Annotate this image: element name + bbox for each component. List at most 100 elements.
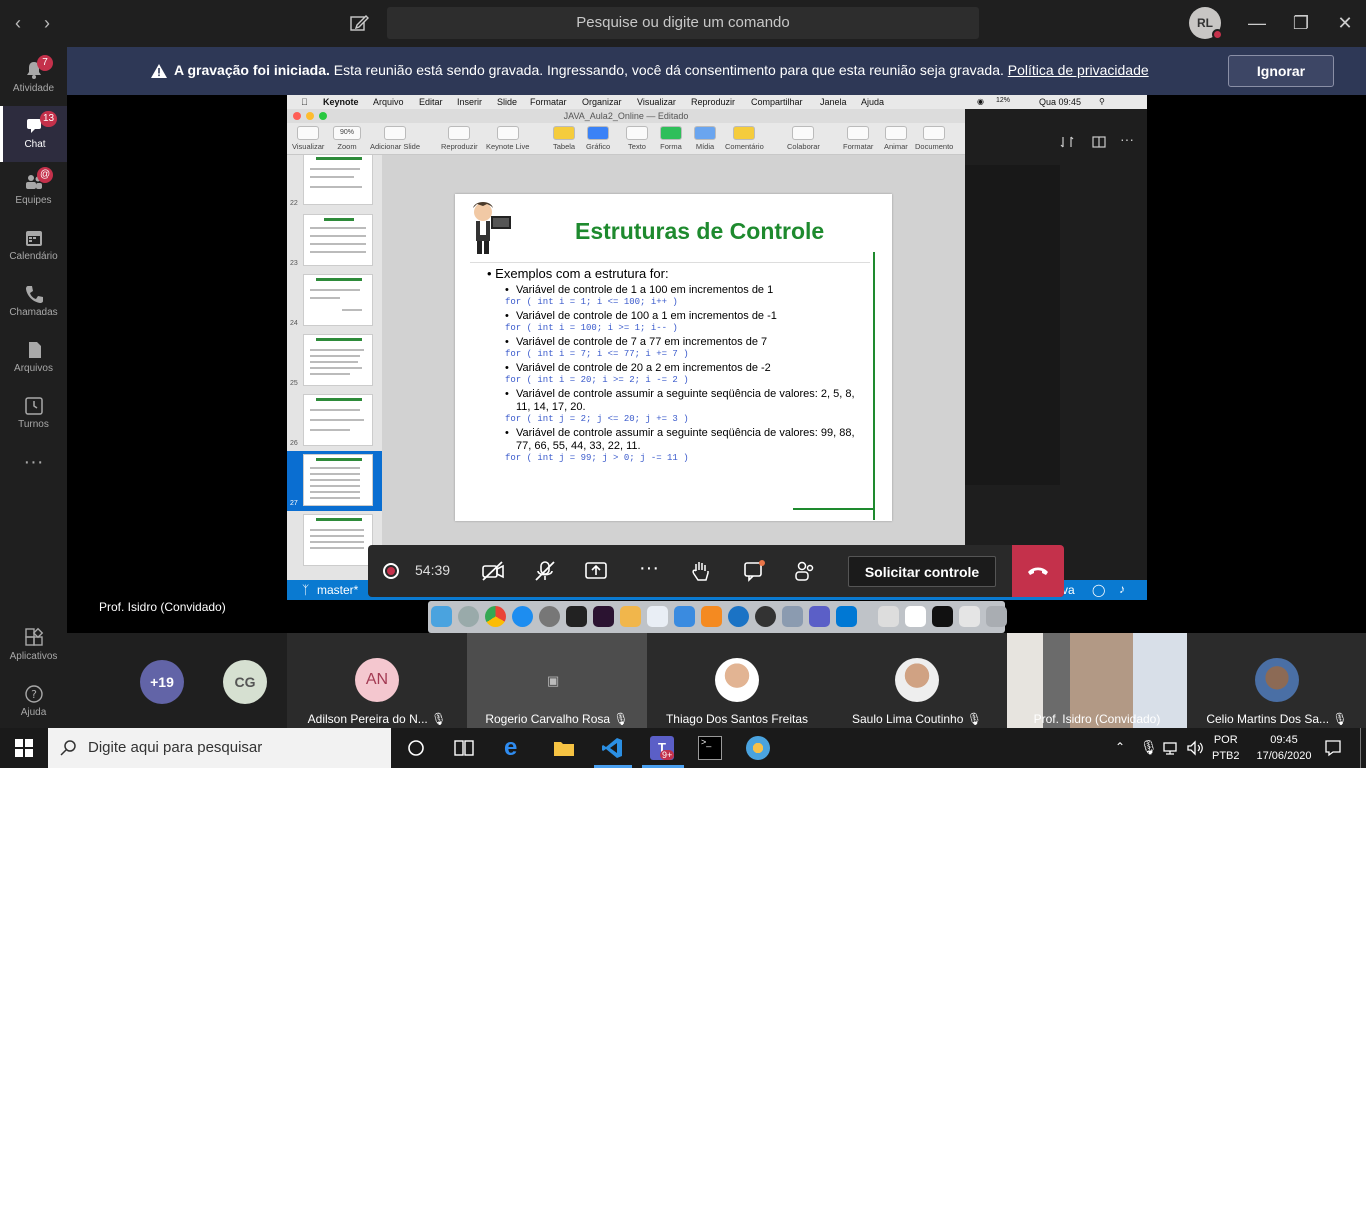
add-slide-button[interactable]: Adicionar Slide [370,126,420,151]
ignore-button[interactable]: Ignorar [1228,55,1334,87]
svg-text:?: ? [31,688,37,701]
privacy-link[interactable]: Política de privacidade [1008,62,1149,78]
camera-off-icon[interactable] [480,559,506,583]
rail-item-chat[interactable]: 13 Chat [0,106,67,162]
feedback-icon[interactable]: ◯ [1092,583,1105,597]
cortana-icon[interactable] [404,736,428,760]
mic-off-icon: 🎙 [1332,712,1348,726]
notifications-icon[interactable] [1324,739,1342,757]
document-button[interactable]: Documento [915,126,953,151]
participant-tile[interactable]: Saulo Lima Coutinho 🎙 [827,633,1007,728]
toolbar-label: Keynote Live [486,142,530,151]
keynote-live-button[interactable]: Keynote Live [486,126,529,151]
table-button[interactable]: Tabela [553,126,575,151]
slide-thumbnail[interactable] [303,274,373,326]
media-button[interactable]: Mídia [694,126,716,151]
volume-icon[interactable] [1186,740,1204,756]
participant-avatar[interactable]: CG [223,660,267,704]
participant-tile[interactable]: Thiago Dos Santos Freitas [647,633,827,728]
git-branch[interactable]: master* [317,583,358,597]
more-participants-badge[interactable]: +19 [140,660,184,704]
slide-thumbnail-selected[interactable] [303,454,373,506]
blank-window-icon [905,606,926,627]
hang-up-button[interactable] [1012,545,1064,597]
more-apps-icon[interactable]: ··· [0,442,67,498]
rail-item-apps[interactable]: Aplicativos [0,618,67,674]
slide-thumbnail[interactable] [303,334,373,386]
play-button[interactable]: Reproduzir [441,126,478,151]
quicktime-icon [728,606,749,627]
compose-icon[interactable] [348,12,370,34]
paint-taskbar-icon[interactable] [746,736,770,760]
keynote-title-bar: JAVA_Aula2_Online — Editado [287,109,965,123]
share-screen-icon[interactable] [583,559,609,583]
shape-button[interactable]: Forma [660,126,682,151]
minimize-icon[interactable] [306,112,314,120]
slide[interactable]: Estruturas de Controle • Exemplos com a … [455,194,892,521]
clock[interactable]: 09:45 17/06/2020 [1254,732,1314,764]
participant-tile[interactable]: Celio Martins Dos Sa... 🎙 [1187,633,1366,728]
rail-item-calls[interactable]: Chamadas [0,274,67,330]
rail-item-teams[interactable]: @ Equipes [0,162,67,218]
split-editor-icon[interactable] [1092,135,1106,149]
taskbar-search-input[interactable]: Digite aqui para pesquisar [48,728,391,768]
windows-start-icon[interactable] [15,739,33,757]
vscode-taskbar-icon[interactable] [600,736,624,760]
mic-off-icon[interactable] [532,559,558,583]
rail-item-files[interactable]: Arquivos [0,330,67,386]
format-button[interactable]: Formatar [843,126,873,151]
participant-tile[interactable]: ▣ Rogerio Carvalho Rosa 🎙 [467,633,647,728]
raise-hand-icon[interactable] [688,559,714,583]
slide-thumbnail[interactable] [303,514,373,566]
compare-icon[interactable] [1060,135,1074,149]
zoom-button[interactable]: 90% Zoom [333,126,361,151]
rail-item-calendar[interactable]: Calendário [0,218,67,274]
mac-menu-item: Ajuda [861,97,885,107]
text-button[interactable]: Texto [626,126,648,151]
collaborate-button[interactable]: Colaborar [787,126,820,151]
rail-item-help[interactable]: ? Ajuda [0,674,67,728]
avatar[interactable]: RL [1189,7,1223,40]
show-desktop-button[interactable] [1360,728,1361,768]
back-icon[interactable]: ‹ [8,12,28,34]
screen-recorder-icon [932,606,953,627]
maximize-icon[interactable] [319,112,327,120]
chart-button[interactable]: Gráfico [586,126,610,151]
window-icon [959,606,980,627]
command-search-input[interactable]: Pesquise ou digite um comando [387,7,979,39]
title-bar: ‹ › Pesquise ou digite um comando RL — ❐… [0,0,1366,47]
network-icon[interactable] [1161,740,1179,756]
meeting-controls: 54:39 ··· Solicitar controle [368,545,1064,597]
rail-item-shifts[interactable]: Turnos [0,386,67,442]
slide-thumbnail[interactable] [303,155,373,205]
terminal-taskbar-icon[interactable]: >_ [698,736,722,760]
microphone-icon[interactable]: 🎙 [1140,739,1158,756]
clock-time: 09:45 [1270,734,1298,746]
slide-thumbnail[interactable] [303,394,373,446]
animate-button[interactable]: Animar [884,126,908,151]
close-icon[interactable]: ✕ [1330,10,1360,36]
participant-video-tile[interactable]: Prof. Isidro (Convidado) [1007,633,1187,728]
maximize-icon[interactable]: ❐ [1286,10,1316,36]
close-icon[interactable] [293,112,301,120]
more-options-icon[interactable]: ··· [636,558,662,583]
participant-tile[interactable]: AN Adilson Pereira do N... 🎙 [287,633,467,728]
task-view-icon[interactable] [452,736,476,760]
toolbar-label: Texto [628,142,646,151]
edge-icon[interactable]: e [504,736,528,760]
file-explorer-icon[interactable] [552,736,576,760]
comment-button[interactable]: Comentário [725,126,764,151]
slide-thumbnail[interactable] [303,214,373,266]
participants-icon[interactable] [792,559,818,583]
notifications-bell-icon[interactable]: ♪ [1119,582,1125,596]
meeting-chat-icon[interactable] [741,559,767,583]
rail-item-activity[interactable]: 7 Atividade [0,50,67,106]
participant-gallery: +19 CG AN Adilson Pereira do N... 🎙 ▣ Ro… [67,633,1366,728]
request-control-button[interactable]: Solicitar controle [848,556,996,587]
view-button[interactable]: Visualizar [292,126,324,151]
forward-icon[interactable]: › [37,12,57,34]
input-language[interactable]: POR PTB2 [1212,732,1240,764]
minimize-icon[interactable]: — [1242,10,1272,36]
more-actions-icon[interactable]: ··· [1120,131,1134,147]
chevron-up-icon[interactable]: ⌃ [1115,740,1125,754]
